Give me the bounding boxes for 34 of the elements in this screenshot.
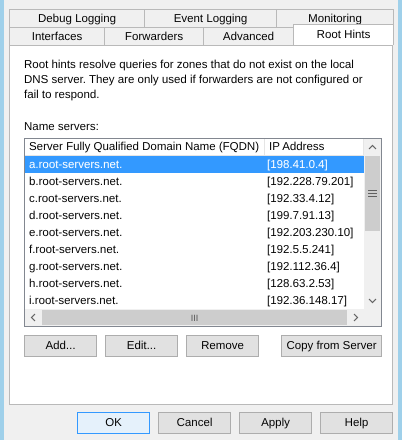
list-action-button[interactable]: Add... bbox=[24, 335, 97, 357]
tab[interactable]: Interfaces bbox=[9, 27, 105, 45]
list-action-button[interactable]: Remove bbox=[186, 335, 259, 357]
server-name-cell[interactable]: d.root-servers.net. bbox=[25, 207, 265, 224]
tab[interactable]: Root Hints bbox=[293, 24, 394, 45]
ip-address-cell[interactable]: [199.7.91.13] bbox=[265, 207, 364, 224]
grip-icon bbox=[368, 190, 377, 197]
dialog-button[interactable]: Cancel bbox=[158, 412, 231, 434]
ip-address-cell[interactable]: [192.228.79.201] bbox=[265, 173, 364, 190]
ip-address-cell[interactable]: [128.63.2.53] bbox=[265, 275, 364, 292]
horizontal-scrollbar[interactable]: III bbox=[25, 309, 381, 326]
ip-address-cell[interactable]: [192.5.5.241] bbox=[265, 241, 364, 258]
name-servers-label: Name servers: bbox=[24, 121, 100, 133]
server-name-cell[interactable]: b.root-servers.net. bbox=[25, 173, 265, 190]
ip-address-cell[interactable]: [192.112.36.4] bbox=[265, 258, 364, 275]
dialog-button[interactable]: OK bbox=[77, 412, 150, 434]
server-name-cell[interactable]: g.root-servers.net. bbox=[25, 258, 265, 275]
server-name-cell[interactable]: c.root-servers.net. bbox=[25, 190, 265, 207]
description-text: Root hints resolve queries for zones that do not exist on the local DNS server. They are only used if forwarders are not configured or fail to respond. bbox=[24, 58, 364, 103]
list-action-button[interactable]: Edit... bbox=[105, 335, 178, 357]
server-name-cell[interactable]: h.root-servers.net. bbox=[25, 275, 265, 292]
dialog-button[interactable]: Apply bbox=[239, 412, 312, 434]
scrollbar-grip: III bbox=[42, 310, 347, 325]
list-action-button[interactable]: Copy from Server bbox=[281, 335, 382, 357]
server-name-cell[interactable]: f.root-servers.net. bbox=[25, 241, 265, 258]
ip-address-cell[interactable]: [192.203.230.10] bbox=[265, 224, 364, 241]
vertical-scrollbar[interactable] bbox=[364, 139, 381, 309]
tab[interactable]: Debug Logging bbox=[9, 9, 145, 27]
tab[interactable]: Event Logging bbox=[144, 9, 277, 27]
ip-address-cell[interactable]: [192.36.148.17] bbox=[265, 292, 364, 309]
server-name-cell[interactable]: i.root-servers.net. bbox=[25, 292, 265, 309]
server-name-cell[interactable]: e.root-servers.net. bbox=[25, 224, 265, 241]
ip-address-cell[interactable]: [192.33.4.12] bbox=[265, 190, 364, 207]
dialog-button[interactable]: Help bbox=[320, 412, 393, 434]
